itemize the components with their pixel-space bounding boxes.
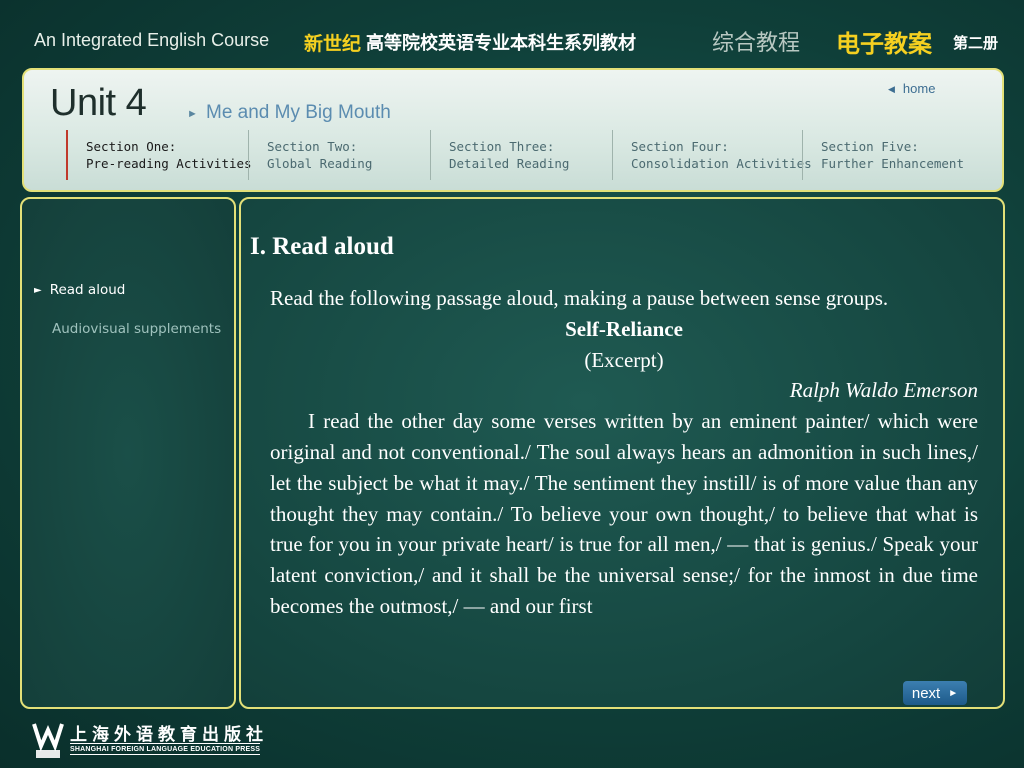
course-title-en: An Integrated English Course — [34, 30, 270, 50]
instruction-text: Read the following passage aloud, making… — [270, 286, 889, 310]
unit-title: Unit 4 — [50, 82, 147, 124]
passage-author: Ralph Waldo Emerson — [789, 378, 978, 403]
tab-section-label: Section Three: — [449, 139, 555, 154]
course-title-cn: 高等院校英语专业本科生系列教材 — [366, 33, 636, 54]
content-heading: I. Read aloud — [250, 233, 394, 260]
side-nav: ► Read aloud Audiovisual supplements — [20, 197, 236, 709]
publisher-name-en: SHANGHAI FOREIGN LANGUAGE EDUCATION PRES… — [70, 743, 261, 755]
tab-section-label: Section One: — [86, 139, 177, 154]
home-label: home — [902, 81, 936, 96]
passage-text: I read the other day some verses written… — [270, 409, 978, 618]
tab-section-five[interactable]: Section Five: Further Enhancement — [802, 130, 994, 180]
publisher-name-cn: 上海外语教育出版社 — [70, 725, 268, 745]
tab-section-title: Pre-reading Activities — [86, 156, 252, 171]
tab-section-two[interactable]: Section Two: Global Reading — [248, 130, 430, 180]
tab-section-title: Detailed Reading — [449, 156, 570, 171]
volume-label: 第二册 — [953, 34, 999, 52]
main-content: I. Read aloud Read the following passage… — [239, 197, 1005, 709]
play-arrow-icon: ► — [948, 687, 959, 699]
tab-section-label: Section Two: — [267, 139, 358, 154]
tab-section-three[interactable]: Section Three: Detailed Reading — [430, 130, 612, 180]
nav-item-label: Read aloud — [49, 282, 126, 298]
tab-section-four[interactable]: Section Four: Consolidation Activities — [612, 130, 812, 180]
tab-section-label: Section Five: — [821, 139, 919, 154]
publisher-footer: 上海外语教育出版社 SHANGHAI FOREIGN LANGUAGE EDUC… — [26, 716, 286, 764]
tab-section-one[interactable]: Section One: Pre-reading Activities — [66, 130, 252, 180]
play-arrow-icon: ► — [34, 285, 42, 296]
section-tabs: Section One: Pre-reading Activities Sect… — [66, 130, 996, 180]
left-arrow-icon: ◀ — [888, 84, 895, 94]
unit-subtitle: Me and My Big Mouth — [206, 102, 391, 123]
top-banner: An Integrated English Course 新世纪 高等院校英语专… — [0, 0, 1024, 68]
passage-subtitle: (Excerpt) — [584, 347, 664, 372]
tab-section-title: Global Reading — [267, 156, 373, 171]
next-label: next — [911, 684, 941, 702]
play-arrow-icon: ► — [187, 108, 198, 120]
tab-section-label: Section Four: — [631, 139, 729, 154]
course-title-cn-highlight: 新世纪 — [304, 33, 362, 55]
next-button[interactable]: next ► — [903, 681, 967, 705]
header-panel: Unit 4 ► Me and My Big Mouth ◀ home Secti… — [22, 68, 1004, 192]
tab-section-title: Further Enhancement — [821, 156, 964, 171]
course-tutorial-label: 综合教程 — [712, 31, 801, 56]
nav-item-label: Audiovisual supplements — [52, 321, 222, 337]
passage-title: Self-Reliance — [565, 316, 683, 341]
publisher-logo-icon — [32, 723, 64, 758]
tab-section-title: Consolidation Activities — [631, 156, 812, 171]
home-link[interactable]: ◀ home — [888, 81, 935, 96]
nav-item-read-aloud[interactable]: ► Read aloud — [34, 282, 125, 298]
course-ebook-label: 电子教案 — [836, 30, 932, 58]
nav-item-audiovisual[interactable]: Audiovisual supplements — [52, 321, 221, 337]
content-body: Read the following passage aloud, making… — [270, 283, 978, 622]
